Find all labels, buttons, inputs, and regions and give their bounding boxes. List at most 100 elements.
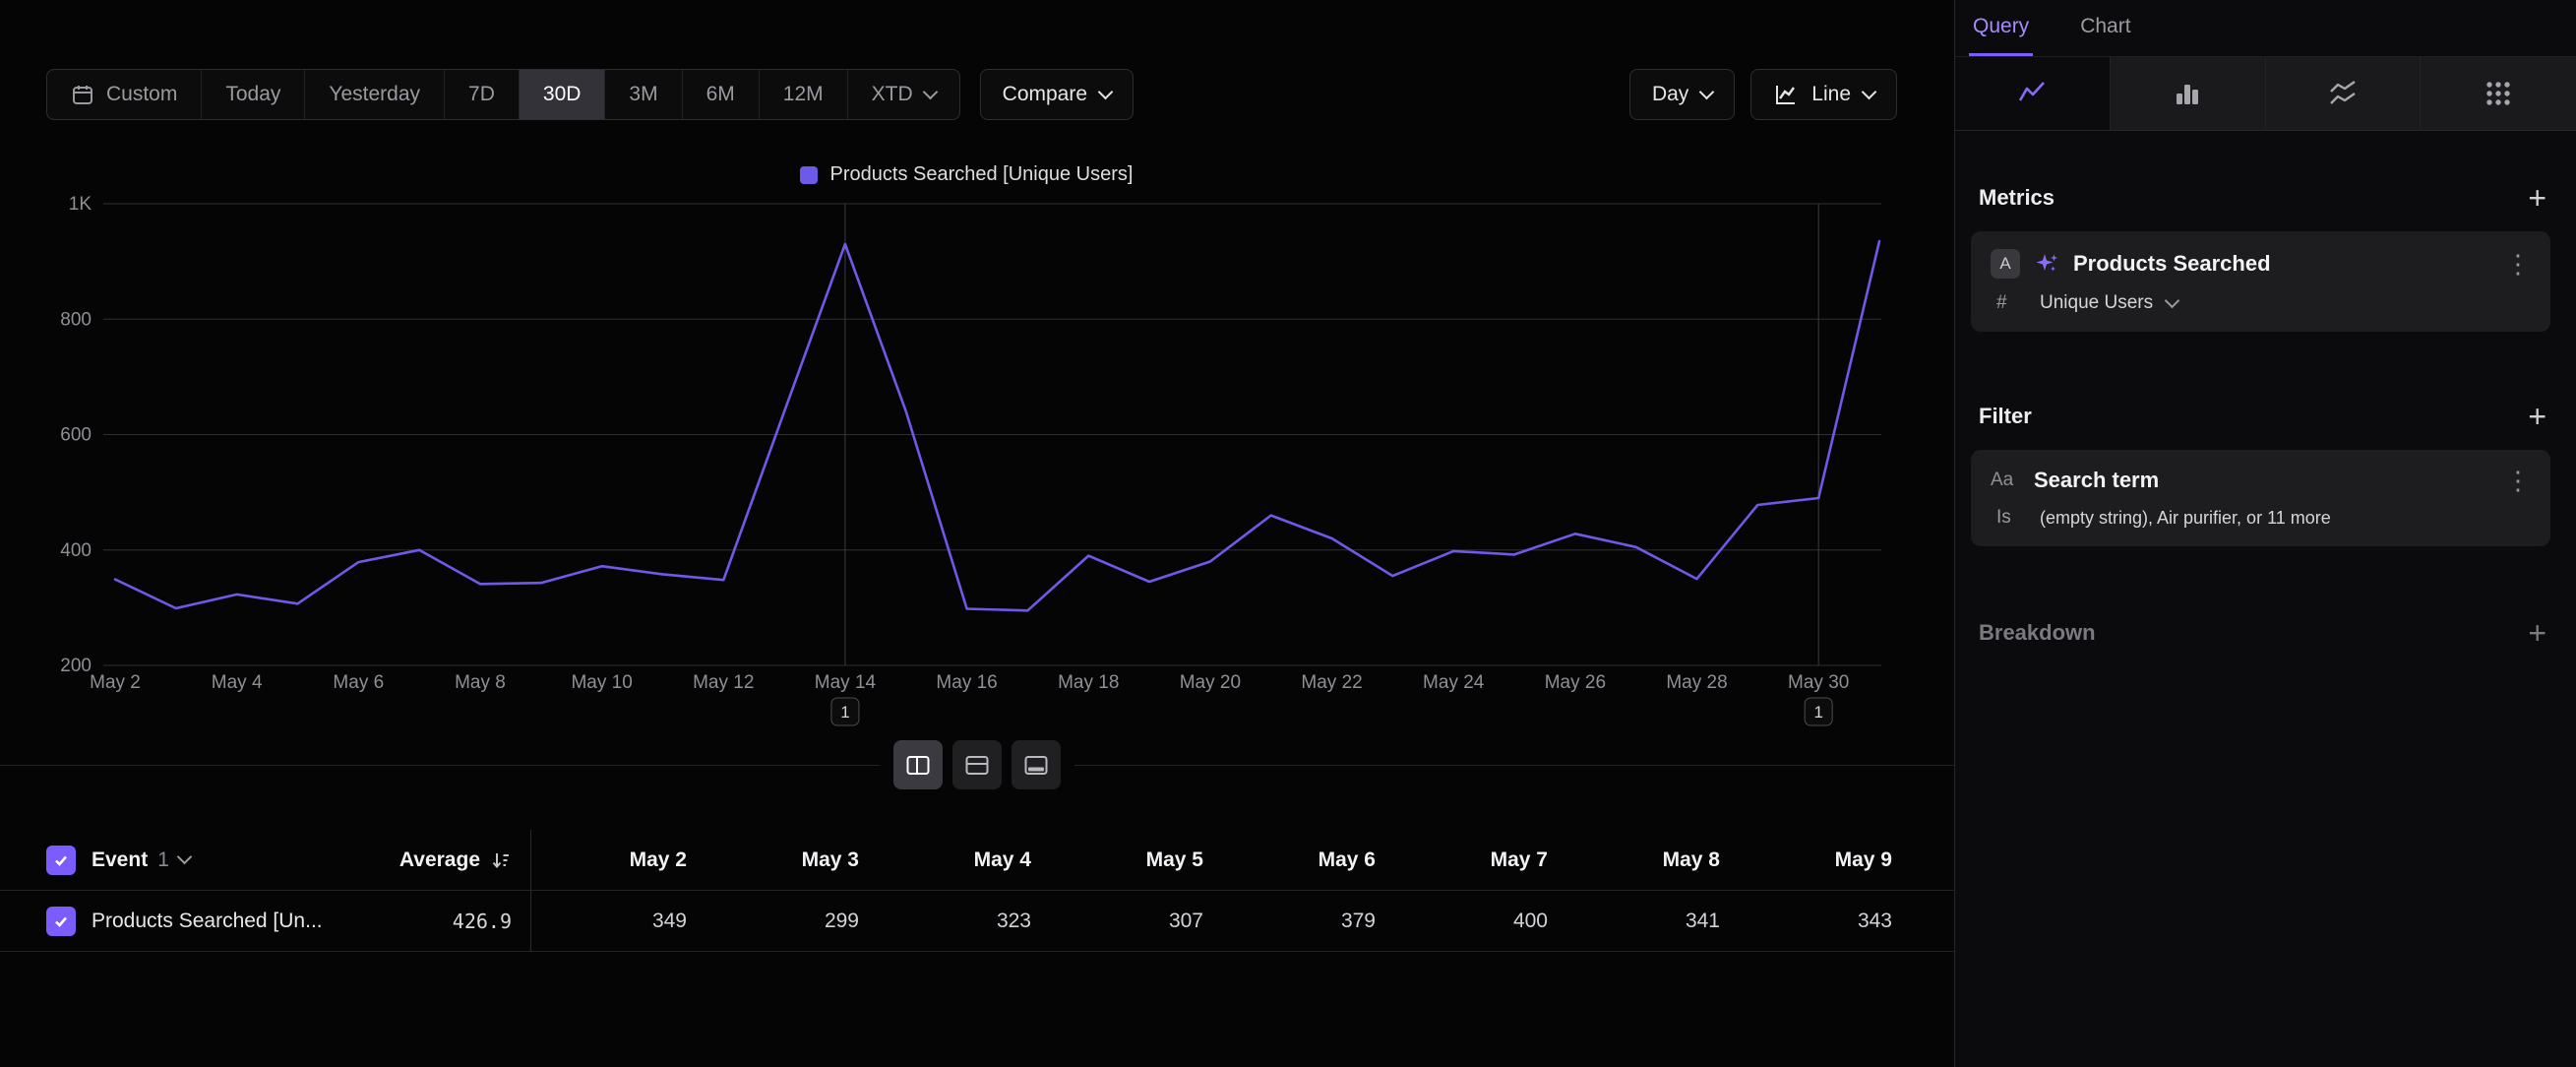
line-chart-icon (2016, 78, 2048, 109)
metric-icon (2483, 78, 2514, 109)
table-column-divider (512, 830, 531, 890)
average-value: 426.9 (453, 910, 512, 933)
event-column-header[interactable]: Event 1 (92, 848, 337, 872)
aggregation-selector[interactable]: # Unique Users (1991, 292, 2531, 314)
date-range-custom[interactable]: Custom (47, 70, 202, 119)
granularity-dropdown[interactable]: Day (1629, 69, 1735, 120)
sparkles-icon (2034, 251, 2059, 277)
more-options-icon[interactable]: ⋮ (2505, 251, 2531, 277)
filter-card[interactable]: Aa Search term ⋮ Is (empty string), Air … (1971, 450, 2550, 546)
layout-split-horizontal-button[interactable] (952, 740, 1002, 789)
svg-text:May 12: May 12 (693, 672, 754, 693)
chart-legend-item[interactable]: Products Searched [Unique Users] (46, 163, 1886, 186)
date-range-3m[interactable]: 3M (605, 70, 682, 119)
value-cell: 349 (531, 910, 687, 933)
sort-icon (490, 849, 512, 871)
line-chart-icon (1773, 82, 1799, 107)
average-column-header[interactable]: Average (337, 848, 512, 872)
svg-text:May 14: May 14 (815, 672, 877, 693)
layout-split-vertical-button[interactable] (893, 740, 943, 789)
stacked-line-chart-type-button[interactable] (2266, 57, 2422, 130)
value-cell: 341 (1548, 910, 1720, 933)
date-range-30d[interactable]: 30D (520, 70, 606, 119)
layout-bottom-panel-button[interactable] (1012, 740, 1061, 789)
series-name: Products Searched [Un... (92, 910, 323, 933)
metrics-section-header: Metrics + (1979, 184, 2546, 212)
filter-section-header: Filter + (1979, 403, 2546, 430)
select-all-checkbox[interactable] (46, 846, 76, 875)
svg-text:800: 800 (60, 309, 92, 330)
metrics-title: Metrics (1979, 185, 2055, 211)
date-range-selector: Custom Today Yesterday 7D 30D 3M 6M 12M … (46, 69, 960, 120)
svg-text:May 18: May 18 (1058, 672, 1119, 693)
add-metric-button[interactable]: + (2528, 184, 2546, 212)
svg-text:200: 200 (60, 656, 92, 676)
chart-type-dropdown[interactable]: Line (1750, 69, 1897, 120)
metric-type-button[interactable] (2421, 57, 2576, 130)
calendar-icon (71, 83, 94, 106)
layout-split-icon (904, 751, 932, 779)
report-canvas: Custom Today Yesterday 7D 30D 3M 6M 12M … (0, 0, 1955, 1067)
chart-toolbar: Custom Today Yesterday 7D 30D 3M 6M 12M … (46, 69, 1897, 120)
chevron-down-icon (922, 84, 938, 99)
svg-text:May 24: May 24 (1423, 672, 1485, 693)
bar-chart-type-button[interactable] (2111, 57, 2266, 130)
svg-text:May 30: May 30 (1788, 672, 1849, 693)
date-column-header: May 8 (1548, 848, 1720, 872)
svg-text:May 8: May 8 (455, 672, 506, 693)
series-letter-badge: A (1991, 249, 2020, 279)
date-column-header: May 4 (859, 848, 1031, 872)
filter-property-name: Search term (2034, 468, 2491, 493)
filter-condition[interactable]: Is (empty string), Air purifier, or 11 m… (1991, 507, 2531, 529)
date-column-header: May 5 (1031, 848, 1203, 872)
check-icon (52, 851, 70, 869)
svg-text:May 6: May 6 (333, 672, 384, 693)
chart-type-switcher (1955, 56, 2576, 131)
hash-icon: # (1996, 292, 2026, 314)
metric-name: Products Searched (2073, 251, 2491, 277)
date-column-header: May 3 (687, 848, 859, 872)
svg-text:May 10: May 10 (571, 672, 632, 693)
line-chart[interactable]: 1K80060040020011May 2May 4May 6May 8May … (46, 187, 1886, 738)
svg-text:May 4: May 4 (212, 672, 263, 693)
event-count: 1 (157, 848, 169, 872)
date-range-7d[interactable]: 7D (445, 70, 520, 119)
more-options-icon[interactable]: ⋮ (2505, 468, 2531, 493)
date-range-today[interactable]: Today (202, 70, 305, 119)
svg-text:May 16: May 16 (936, 672, 997, 693)
layout-rows-icon (963, 751, 991, 779)
date-column-header: May 6 (1203, 848, 1376, 872)
svg-text:1: 1 (1813, 703, 1822, 722)
svg-text:May 26: May 26 (1545, 672, 1606, 693)
layout-toggle-group (880, 740, 1074, 789)
row-checkbox[interactable] (46, 907, 76, 936)
date-range-6m[interactable]: 6M (683, 70, 760, 119)
value-cell: 307 (1031, 910, 1203, 933)
date-range-yesterday[interactable]: Yesterday (305, 70, 445, 119)
filter-title: Filter (1979, 404, 2032, 429)
add-filter-button[interactable]: + (2528, 403, 2546, 430)
compare-button[interactable]: Compare (980, 69, 1134, 120)
tab-query[interactable]: Query (1969, 0, 2033, 56)
average-header-label: Average (399, 848, 480, 872)
svg-text:May 2: May 2 (90, 672, 141, 693)
query-panel: Query Chart Metrics + (1955, 0, 2576, 1067)
check-icon (52, 912, 70, 930)
aggregation-label: Unique Users (2040, 292, 2153, 314)
panel-tabs: Query Chart (1955, 0, 2576, 56)
tab-chart[interactable]: Chart (2076, 0, 2134, 56)
date-column-header: May 9 (1720, 848, 1892, 872)
table-header-row: Event 1 Average May 2 May 3 May 4 May 5 … (0, 830, 1954, 891)
value-cell: 299 (687, 910, 859, 933)
legend-swatch (800, 166, 818, 184)
date-range-12m[interactable]: 12M (760, 70, 848, 119)
svg-text:May 28: May 28 (1666, 672, 1727, 693)
legend-label: Products Searched [Unique Users] (830, 163, 1134, 186)
text-property-icon: Aa (1991, 470, 2020, 491)
metric-card[interactable]: A Products Searched ⋮ # Unique Users (1971, 231, 2550, 332)
date-range-xtd[interactable]: XTD (848, 70, 959, 119)
add-breakdown-button[interactable]: + (2528, 619, 2546, 647)
line-chart-type-button[interactable] (1955, 57, 2111, 130)
filter-value: (empty string), Air purifier, or 11 more (2040, 508, 2331, 529)
bar-chart-icon (2172, 78, 2203, 109)
